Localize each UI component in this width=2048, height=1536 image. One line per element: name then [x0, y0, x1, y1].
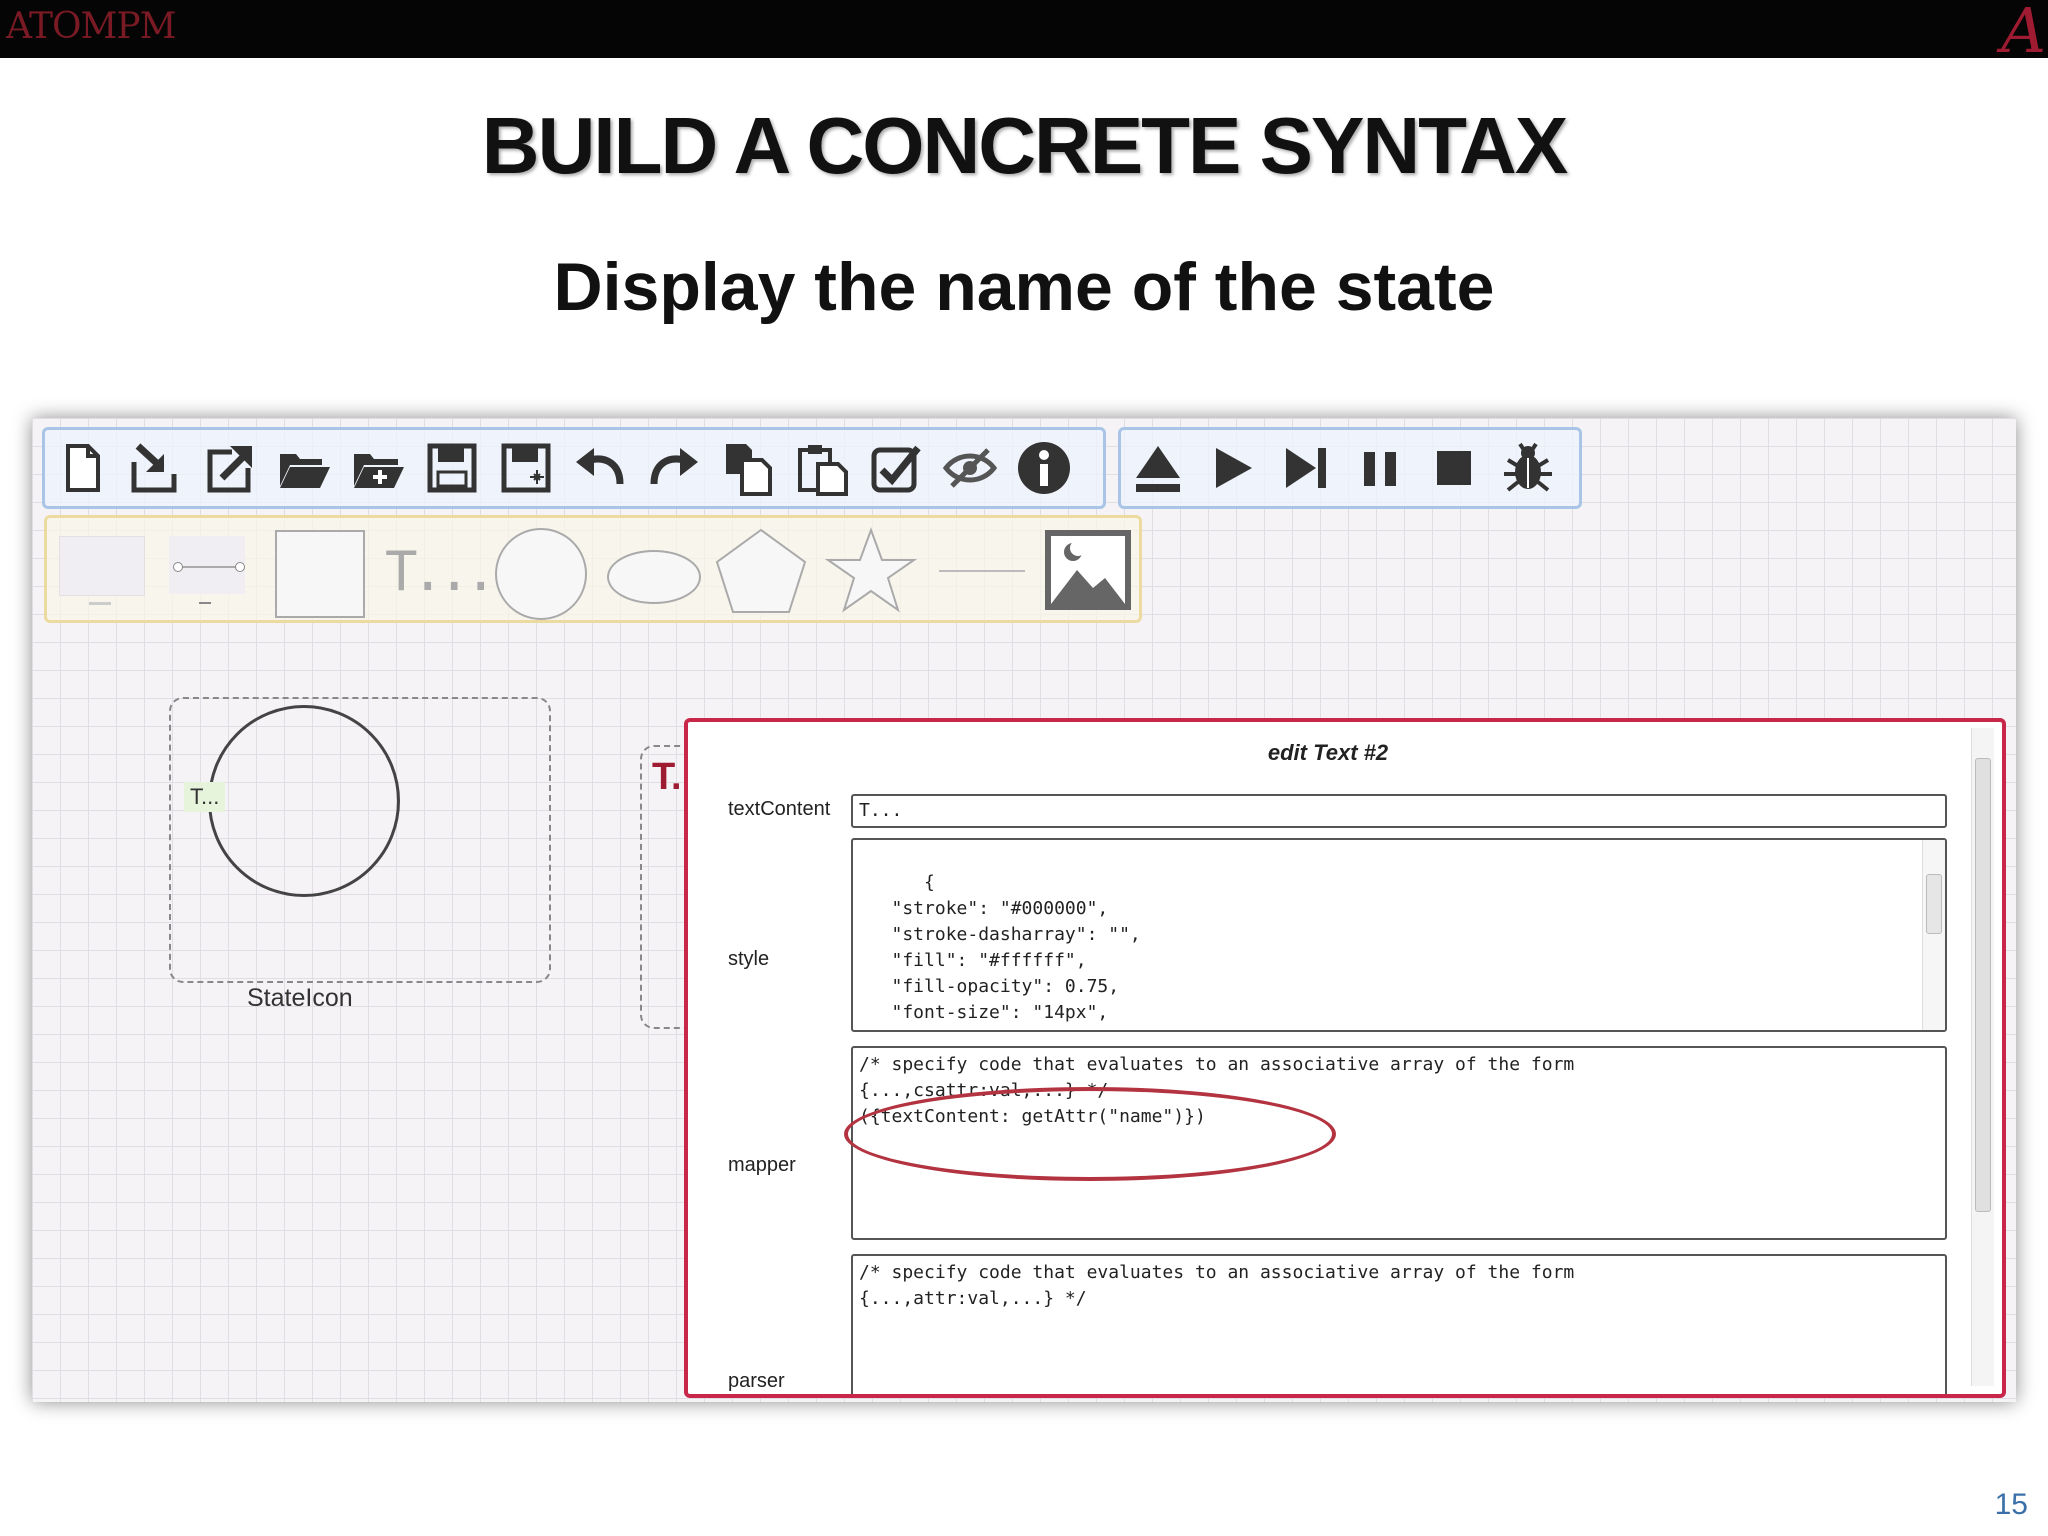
link-shape-tool[interactable]: [163, 526, 249, 614]
state-name-text[interactable]: T...: [184, 782, 226, 812]
ellipse-shape-tool[interactable]: [603, 526, 703, 614]
shape-toolbar: T...: [44, 515, 1142, 623]
play-icon[interactable]: [1201, 435, 1263, 501]
slide-subtitle: Display the name of the state: [553, 249, 1495, 325]
state-circle[interactable]: [208, 705, 400, 897]
info-icon[interactable]: [1013, 435, 1075, 501]
redo-icon[interactable]: [643, 435, 705, 501]
text-tool-label: T...: [385, 540, 497, 603]
export-icon[interactable]: [199, 435, 261, 501]
textcontent-field[interactable]: T...: [851, 794, 1947, 828]
debug-bug-icon[interactable]: [1497, 435, 1559, 501]
circle-shape-tool[interactable]: [491, 526, 591, 620]
parser-label: parser: [728, 1370, 785, 1392]
rectangle-shape-tool[interactable]: [273, 526, 367, 618]
highlight-ellipse: [844, 1087, 1336, 1181]
style-scroll-thumb[interactable]: [1926, 874, 1942, 934]
atompm-logo: ATOMPM: [6, 6, 176, 47]
eject-icon[interactable]: [1127, 435, 1189, 501]
dialog-scroll-thumb[interactable]: [1975, 758, 1991, 1212]
pause-icon[interactable]: [1349, 435, 1411, 501]
icon-shape-tool[interactable]: [53, 526, 149, 614]
style-scrollbar[interactable]: [1922, 840, 1945, 1030]
hide-icon[interactable]: [939, 435, 1001, 501]
copy-icon[interactable]: [717, 435, 779, 501]
step-icon[interactable]: [1275, 435, 1337, 501]
editor-canvas[interactable]: T... T... StateIcon T. edit Text #2 text…: [32, 418, 2016, 1402]
dialog-scrollbar[interactable]: [1971, 728, 1994, 1386]
stop-icon[interactable]: [1423, 435, 1485, 501]
style-text: { "stroke": "#000000", "stroke-dasharray…: [891, 872, 1141, 1030]
style-field[interactable]: { "stroke": "#000000", "stroke-dasharray…: [851, 838, 1947, 1032]
state-icon-label: StateIcon: [247, 984, 353, 1012]
university-logo: A: [2001, 0, 2046, 67]
edit-text-dialog: edit Text #2 textContent T... style { "s…: [684, 718, 2006, 1398]
star-shape-tool[interactable]: [823, 526, 919, 614]
style-label: style: [728, 948, 770, 970]
new-folder-icon[interactable]: [347, 435, 409, 501]
image-shape-tool[interactable]: [1043, 526, 1133, 614]
page-number: 15: [1994, 1488, 2028, 1521]
polygon-shape-tool[interactable]: [713, 526, 809, 614]
save-icon[interactable]: [421, 435, 483, 501]
textcontent-label: textContent: [728, 798, 831, 820]
validate-icon[interactable]: [865, 435, 927, 501]
slide-title: BUILD A CONCRETE SYNTAX: [481, 101, 1568, 190]
text-shape-tool[interactable]: T...: [381, 526, 497, 614]
line-shape-tool[interactable]: [933, 526, 1029, 614]
mapper-label: mapper: [728, 1154, 796, 1176]
paste-icon[interactable]: [791, 435, 853, 501]
main-toolbar: [42, 427, 1106, 509]
transformation-toolbar: [1118, 427, 1582, 509]
save-as-icon[interactable]: [495, 435, 557, 501]
second-icon-text[interactable]: T.: [652, 756, 682, 799]
open-folder-icon[interactable]: [273, 435, 335, 501]
top-bar: ATOMPM A: [0, 0, 2048, 62]
undo-icon[interactable]: [569, 435, 631, 501]
parser-field[interactable]: /* specify code that evaluates to an ass…: [851, 1254, 1947, 1394]
new-file-icon[interactable]: [51, 435, 113, 501]
dialog-title: edit Text #2: [1267, 740, 1389, 765]
import-icon[interactable]: [125, 435, 187, 501]
